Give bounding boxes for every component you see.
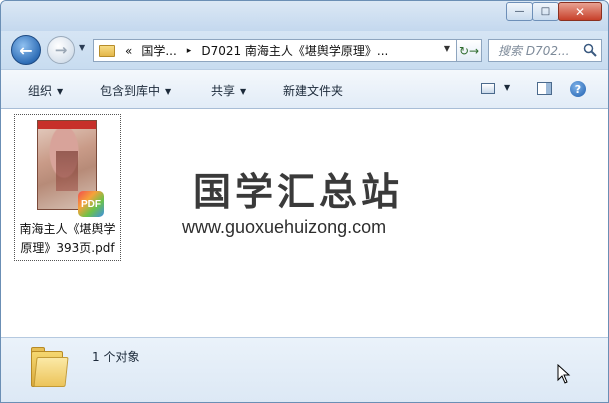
minimize-button[interactable]: — <box>506 2 533 21</box>
item-count: 1 个对象 <box>92 350 140 364</box>
view-dropdown[interactable]: ▼ <box>504 83 510 92</box>
navigation-bar: ← → ▼ « 国学... ▸ D7021 南海主人《堪舆学原理》... ▼ ↻… <box>1 31 608 69</box>
pdf-icon: PDF <box>78 191 104 217</box>
refresh-icon[interactable]: ↻→ <box>457 39 482 62</box>
maximize-button[interactable]: □ <box>532 2 559 21</box>
help-icon[interactable]: ? <box>570 81 586 97</box>
details-pane: 1 个对象 <box>1 337 608 402</box>
explorer-window: — □ ✕ ← → ▼ « 国学... ▸ D7021 南海主人《堪舆学原理》.… <box>0 0 609 403</box>
breadcrumb-separator[interactable]: ▸ <box>187 46 192 56</box>
chevron-down-icon: ▼ <box>240 87 247 96</box>
organize-label: 组织 <box>28 84 53 98</box>
mouse-cursor-icon <box>557 364 571 384</box>
chevron-down-icon: ▼ <box>165 87 172 96</box>
search-placeholder: 搜索 D702... <box>498 44 570 58</box>
include-library-label: 包含到库中 <box>100 84 161 98</box>
view-options-icon[interactable] <box>481 83 495 94</box>
watermark-title: 国学汇总站 <box>193 170 404 214</box>
preview-pane-icon[interactable] <box>537 82 552 95</box>
new-folder-label: 新建文件夹 <box>283 84 344 98</box>
include-in-library-button[interactable]: 包含到库中 ▼ <box>100 82 171 99</box>
folder-icon <box>99 44 115 57</box>
breadcrumb-item-current[interactable]: D7021 南海主人《堪舆学原理》... <box>201 42 388 59</box>
new-folder-button[interactable]: 新建文件夹 <box>283 82 343 99</box>
command-bar: 组织 ▼ 包含到库中 ▼ 共享 ▼ 新建文件夹 ▼ ? <box>1 69 608 109</box>
folder-icon <box>31 347 69 387</box>
search-input[interactable]: 搜索 D702... <box>488 39 602 62</box>
file-item[interactable]: PDF 南海主人《堪舆学原理》393页.pdf <box>14 114 121 261</box>
book-cover-art <box>56 151 78 191</box>
file-name: 南海主人《堪舆学原理》393页.pdf <box>19 222 116 255</box>
breadcrumb-item-guoxue[interactable]: 国学... <box>141 42 176 59</box>
share-button[interactable]: 共享 ▼ <box>211 82 246 99</box>
recent-pages-dropdown[interactable]: ▼ <box>79 43 85 52</box>
address-bar[interactable]: « 国学... ▸ D7021 南海主人《堪舆学原理》... ▼ <box>93 39 457 62</box>
forward-arrow-icon[interactable]: → <box>47 36 75 64</box>
address-dropdown[interactable]: ▼ <box>444 44 450 53</box>
organize-button[interactable]: 组织 ▼ <box>28 82 63 99</box>
share-label: 共享 <box>211 84 236 98</box>
breadcrumb-overflow[interactable]: « <box>125 44 132 58</box>
caption-buttons: — □ ✕ <box>506 2 602 21</box>
title-bar: — □ ✕ <box>1 1 608 31</box>
watermark-url: www.guoxuehuizong.com <box>182 217 387 237</box>
file-list[interactable]: PDF 南海主人《堪舆学原理》393页.pdf 国学汇总站 www.guoxue… <box>1 109 608 337</box>
search-icon[interactable] <box>583 43 597 57</box>
close-button[interactable]: ✕ <box>558 2 602 21</box>
chevron-down-icon: ▼ <box>57 87 64 96</box>
back-arrow-icon[interactable]: ← <box>11 35 41 65</box>
